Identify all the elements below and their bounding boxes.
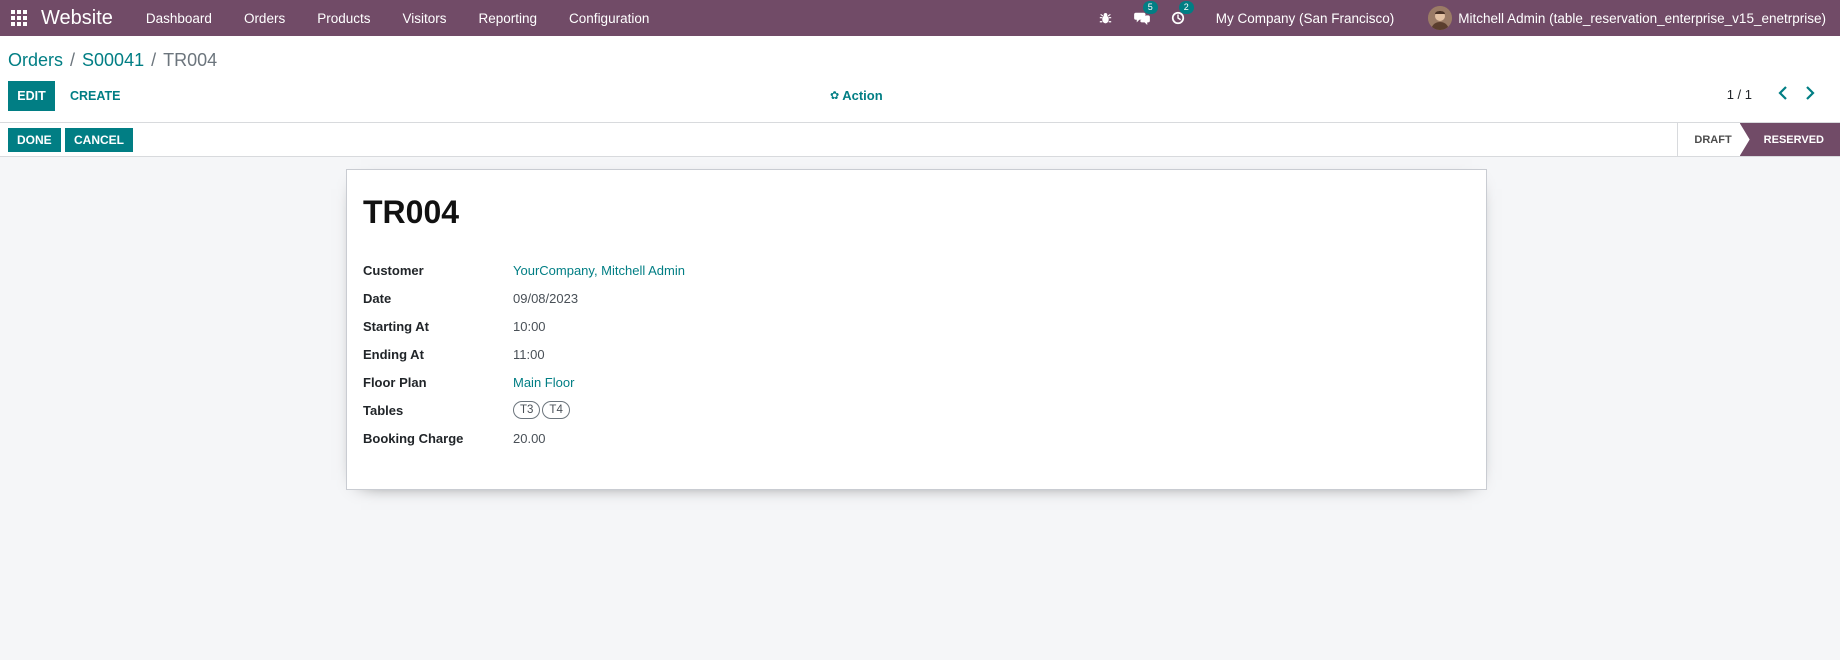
table-tag[interactable]: T4 [542, 401, 570, 419]
create-button[interactable]: CREATE [62, 81, 128, 111]
breadcrumb-sale-order[interactable]: S00041 [82, 50, 144, 70]
systray: 5 2 My Company (San Francisco) Mitchell … [1090, 0, 1840, 36]
breadcrumb-separator: / [65, 50, 81, 70]
field-label: Booking Charge [363, 430, 464, 446]
ending-at-value: 11:00 [513, 346, 545, 362]
field-label: Ending At [363, 346, 424, 362]
menu-reporting[interactable]: Reporting [463, 0, 554, 36]
user-menu[interactable]: Mitchell Admin (table_reservation_enterp… [1412, 6, 1840, 30]
pager-next-icon[interactable] [1805, 86, 1815, 102]
menu-configuration[interactable]: Configuration [553, 0, 665, 36]
activities-clock-icon[interactable]: 2 [1162, 0, 1194, 36]
field-ending-at: Ending At 11:00 [363, 344, 545, 364]
cancel-button[interactable]: CANCEL [65, 128, 133, 152]
edit-button[interactable]: EDIT [8, 81, 55, 111]
app-name[interactable]: Website [41, 7, 113, 30]
debug-bug-icon[interactable] [1090, 0, 1122, 36]
status-stages: DRAFT RESERVED [1677, 123, 1840, 157]
messages-chat-icon[interactable]: 5 [1126, 0, 1158, 36]
field-starting-at: Starting At 10:00 [363, 316, 546, 336]
floor-plan-link[interactable]: Main Floor [513, 375, 574, 390]
customer-link[interactable]: YourCompany, Mitchell Admin [513, 263, 685, 278]
menu-products[interactable]: Products [301, 0, 386, 36]
breadcrumb-orders[interactable]: Orders [8, 50, 63, 70]
record-title: TR004 [363, 194, 460, 230]
starting-at-value: 10:00 [513, 318, 546, 334]
action-label: Action [842, 88, 883, 103]
company-switcher[interactable]: My Company (San Francisco) [1194, 11, 1413, 26]
user-name: Mitchell Admin (table_reservation_enterp… [1458, 10, 1826, 26]
table-tag[interactable]: T3 [513, 401, 541, 419]
field-booking-charge: Booking Charge 20.00 [363, 428, 546, 448]
action-menu-button[interactable]: ✿ Action [830, 88, 883, 103]
booking-charge-value: 20.00 [513, 430, 546, 446]
breadcrumb-current: TR004 [163, 50, 218, 70]
menu-dashboard[interactable]: Dashboard [130, 0, 228, 36]
field-tables: Tables T3 T4 [363, 400, 572, 420]
stage-reserved[interactable]: RESERVED [1739, 123, 1840, 156]
top-navbar: Website Dashboard Orders Products Visito… [0, 0, 1840, 36]
menu-visitors[interactable]: Visitors [386, 0, 462, 36]
form-statusbar: DONE CANCEL DRAFT RESERVED [0, 123, 1840, 157]
field-label: Starting At [363, 318, 429, 334]
breadcrumb-separator: / [146, 50, 162, 70]
pager-value[interactable]: 1 / 1 [1727, 87, 1752, 102]
breadcrumb: Orders / S00041 / TR004 [8, 50, 217, 71]
control-panel: Orders / S00041 / TR004 EDIT CREATE ✿ Ac… [0, 36, 1840, 123]
field-label: Floor Plan [363, 374, 427, 390]
field-label: Date [363, 290, 392, 306]
form-sheet: TR004 Customer YourCompany, Mitchell Adm… [346, 169, 1487, 490]
activities-badge: 2 [1178, 1, 1194, 14]
field-label: Tables [363, 402, 404, 418]
done-button[interactable]: DONE [8, 128, 61, 152]
field-date: Date 09/08/2023 [363, 288, 578, 308]
pager-previous-icon[interactable] [1778, 86, 1788, 102]
date-value: 09/08/2023 [513, 290, 579, 306]
messages-badge: 5 [1142, 1, 1158, 14]
stage-draft[interactable]: DRAFT [1677, 123, 1748, 156]
field-label: Customer [363, 262, 424, 278]
user-avatar [1428, 6, 1453, 30]
field-customer: Customer YourCompany, Mitchell Admin [363, 260, 685, 280]
field-floor-plan: Floor Plan Main Floor [363, 372, 574, 392]
apps-menu-icon[interactable] [0, 0, 38, 36]
tables-tags: T3 T4 [513, 401, 572, 419]
menu-orders[interactable]: Orders [228, 0, 301, 36]
gear-icon: ✿ [830, 90, 840, 102]
